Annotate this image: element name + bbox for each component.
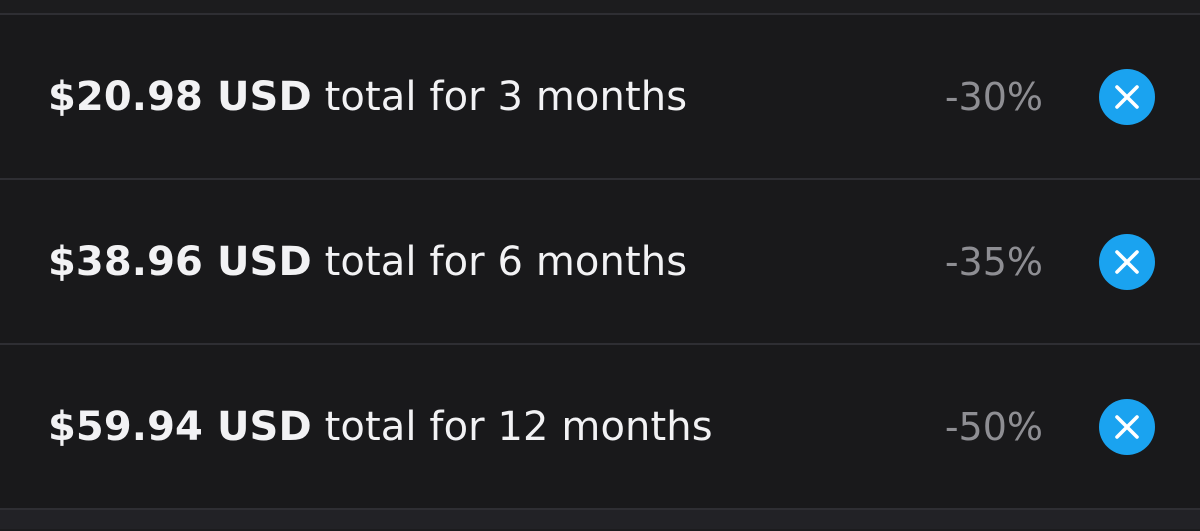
remove-option-button[interactable] [1099,398,1155,455]
price-description: total for 6 months [324,238,688,285]
option-label: $20.98 USD total for 3 months [48,74,687,120]
top-divider [0,0,1200,15]
discount-badge: -50% [944,404,1043,449]
price-description: total for 3 months [324,73,688,120]
subscription-option-6-months[interactable]: $38.96 USD total for 6 months -35% [0,180,1200,345]
close-icon [1115,414,1139,439]
discount-badge: -35% [944,239,1043,284]
price-description: total for 12 months [324,403,713,450]
price-amount: $59.94 USD [48,403,312,450]
subscription-options-list: $20.98 USD total for 3 months -30% $38.9… [0,15,1200,510]
discount-badge: -30% [944,74,1043,119]
option-label: $59.94 USD total for 12 months [48,404,713,450]
close-icon [1115,84,1139,109]
subscription-option-12-months[interactable]: $59.94 USD total for 12 months -50% [0,345,1200,510]
subscription-option-3-months[interactable]: $20.98 USD total for 3 months -30% [0,15,1200,180]
close-icon [1115,249,1139,274]
option-label: $38.96 USD total for 6 months [48,239,687,285]
remove-option-button[interactable] [1099,233,1155,290]
price-amount: $20.98 USD [48,73,312,120]
remove-option-button[interactable] [1099,68,1155,125]
bottom-divider [0,510,1200,529]
price-amount: $38.96 USD [48,238,312,285]
